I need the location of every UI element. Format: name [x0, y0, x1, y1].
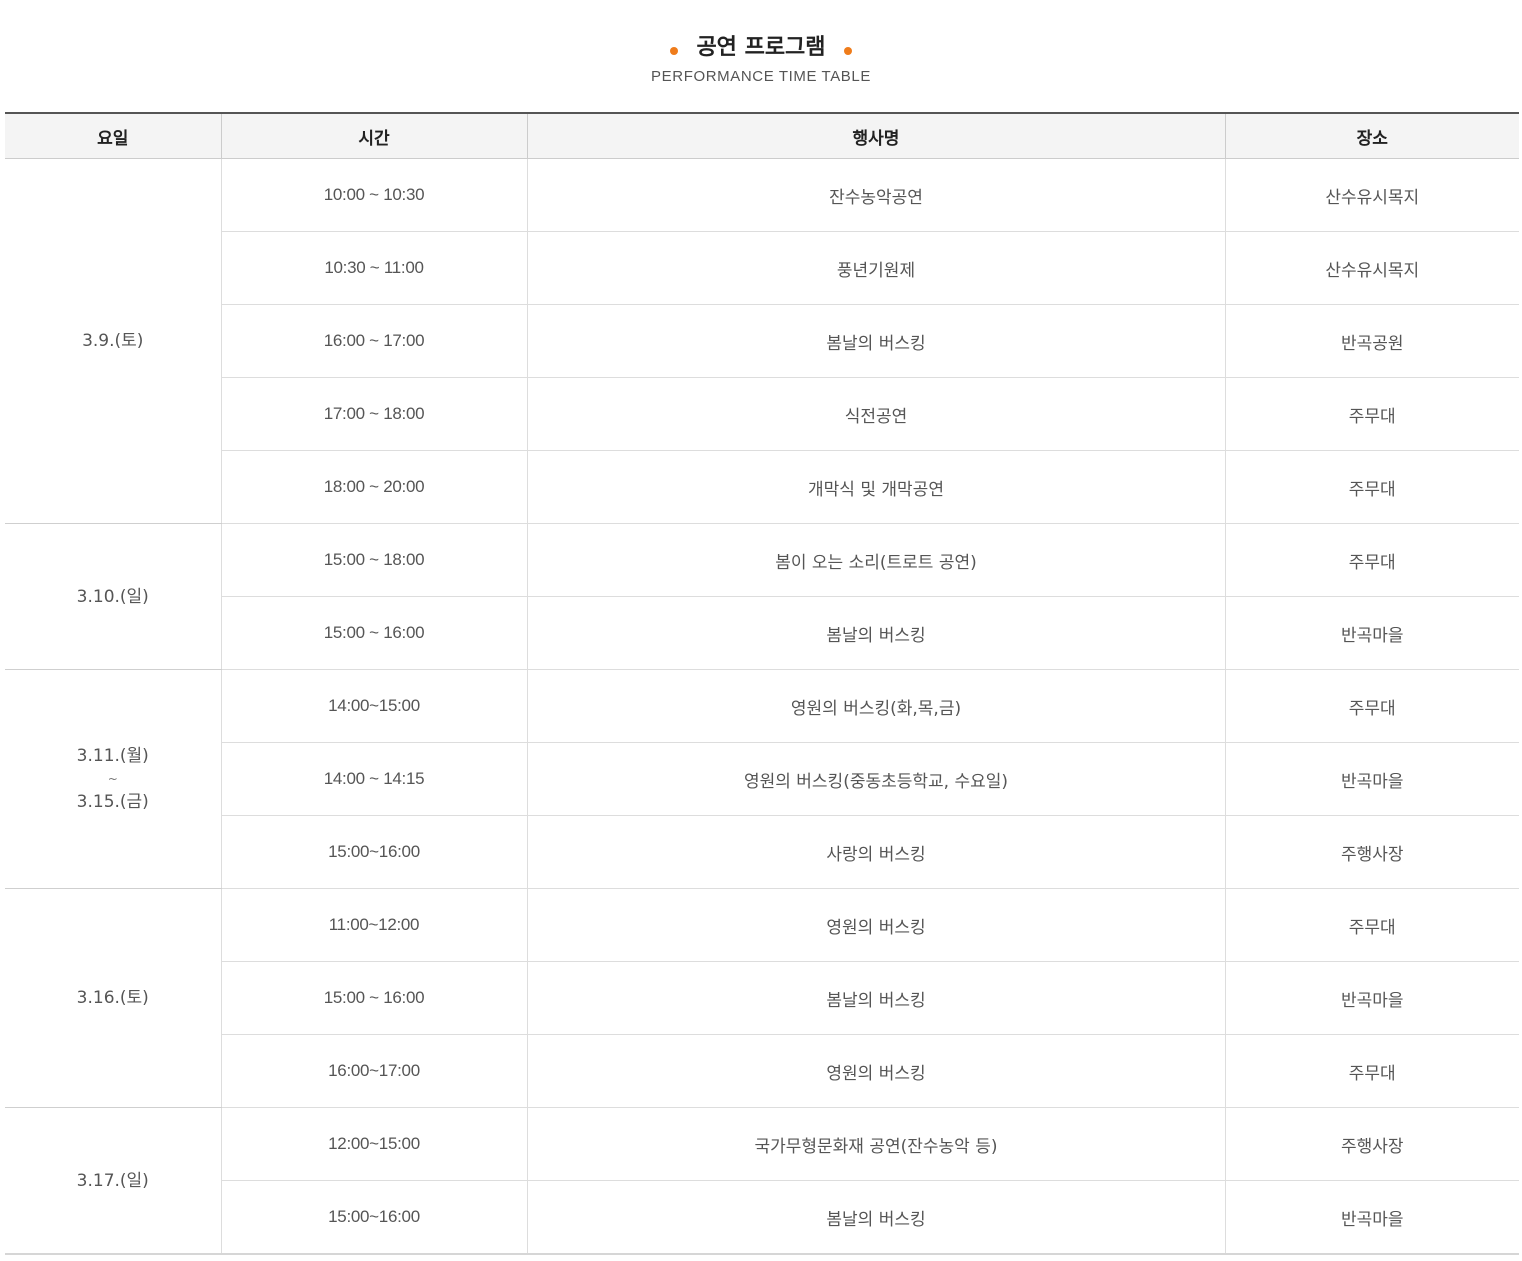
bullet-dot-icon [670, 47, 679, 55]
table-row: 3.17.(일) 12:00~15:00 국가무형문화재 공연(잔수농악 등) 주행사… [5, 1107, 1519, 1255]
time-cell: 16:00~17:00 [220, 1034, 527, 1108]
day-cell: 3.16.(토) [5, 888, 222, 1108]
day-label: 3.11.(월) [76, 746, 149, 766]
time-cell: 11:00~12:00 [220, 888, 527, 962]
event-name-cell: 봄이 오는 소리(트로트 공연) [526, 523, 1225, 597]
day-label-end: 3.15.(금) [76, 792, 149, 812]
event-name-cell: 개막식 및 개막공연 [526, 450, 1225, 524]
page-subtitle: PERFORMANCE TIME TABLE [651, 68, 871, 85]
day-label: 3.9.(토) [82, 331, 144, 351]
page-title: 공연 프로그램 [670, 30, 852, 66]
venue-cell: 주무대 [1224, 1034, 1519, 1108]
venue-cell: 산수유시목지 [1224, 158, 1519, 232]
time-cell: 15:00 ~ 18:00 [220, 523, 527, 597]
time-cell: 15:00~16:00 [220, 1180, 527, 1255]
table-row: 15:00 ~ 16:00 봄날의 버스킹 반곡마을 [5, 596, 1519, 670]
venue-cell: 반곡마을 [1224, 596, 1519, 670]
venue-cell: 반곡마을 [1224, 742, 1519, 816]
event-name-cell: 봄날의 버스킹 [526, 304, 1225, 378]
event-name-cell: 영원의 버스킹 [526, 888, 1225, 962]
bullet-dot-icon [843, 47, 852, 55]
event-name-cell: 영원의 버스킹(중동초등학교, 수요일) [526, 742, 1225, 816]
day-cell: 3.10.(일) [5, 523, 222, 670]
table-header-row: 요일 시간 행사명 장소 [5, 113, 1519, 159]
event-name-cell: 봄날의 버스킹 [526, 596, 1225, 670]
event-name-cell: 풍년기원제 [526, 231, 1225, 305]
time-cell: 14:00 ~ 14:15 [220, 742, 527, 816]
event-name-cell: 식전공연 [526, 377, 1225, 451]
time-cell: 17:00 ~ 18:00 [220, 377, 527, 451]
day-label: 3.10.(일) [76, 586, 149, 607]
venue-cell: 주무대 [1224, 450, 1519, 524]
event-name-cell: 사랑의 버스킹 [526, 815, 1225, 889]
venue-cell: 반곡마을 [1224, 961, 1519, 1035]
time-cell: 12:00~15:00 [220, 1107, 527, 1181]
event-name-cell: 국가무형문화재 공연(잔수농악 등) [526, 1107, 1225, 1181]
table-body: 3.9.(토) 10:00 ~ 10:30 잔수농악공연 산수유시목지 10:30 ~ … [5, 158, 1519, 1255]
time-cell: 16:00 ~ 17:00 [220, 304, 527, 378]
time-cell: 10:00 ~ 10:30 [220, 158, 527, 232]
venue-cell: 반곡공원 [1224, 304, 1519, 378]
venue-cell: 주무대 [1224, 669, 1519, 743]
day-label: 3.16.(토) [76, 988, 149, 1008]
day-range-separator: ~ [107, 772, 118, 786]
table-row: 16:00 ~ 17:00 봄날의 버스킹 반곡공원 [5, 304, 1519, 378]
event-name-cell: 영원의 버스킹 [526, 1034, 1225, 1108]
time-cell: 15:00~16:00 [220, 815, 527, 889]
day-label: 3.17.(일) [76, 1170, 149, 1191]
table-row: 10:30 ~ 11:00 풍년기원제 산수유시목지 [5, 231, 1519, 305]
table-row: 16:00~17:00 영원의 버스킹 주무대 [5, 1034, 1519, 1108]
day-cell: 3.17.(일) [5, 1107, 222, 1255]
column-header-time: 시간 [220, 113, 527, 159]
table-row: 14:00 ~ 14:15 영원의 버스킹(중동초등학교, 수요일) 반곡마을 [5, 742, 1519, 816]
column-header-venue: 장소 [1224, 113, 1519, 159]
event-name-cell: 봄날의 버스킹 [526, 1180, 1225, 1255]
day-cell: 3.11.(월) ~3.15.(금) [5, 669, 222, 889]
event-name-cell: 영원의 버스킹(화,목,금) [526, 669, 1225, 743]
time-cell: 15:00 ~ 16:00 [220, 961, 527, 1035]
event-name-cell: 봄날의 버스킹 [526, 961, 1225, 1035]
performance-timetable: 요일 시간 행사명 장소 3.9.(토) 10:00 ~ 10:30 잔수농악공연 산… [5, 112, 1519, 1255]
table-row: 18:00 ~ 20:00 개막식 및 개막공연 주무대 [5, 450, 1519, 524]
venue-cell: 주행사장 [1224, 815, 1519, 889]
time-cell: 10:30 ~ 11:00 [220, 231, 527, 305]
table-row: 17:00 ~ 18:00 식전공연 주무대 [5, 377, 1519, 451]
time-cell: 14:00~15:00 [220, 669, 527, 743]
column-header-event: 행사명 [526, 113, 1225, 159]
time-cell: 15:00 ~ 16:00 [220, 596, 527, 670]
day-cell: 3.9.(토) [5, 158, 222, 524]
table-row: 15:00 ~ 16:00 봄날의 버스킹 반곡마을 [5, 961, 1519, 1035]
table-row: 15:00~16:00 사랑의 버스킹 주행사장 [5, 815, 1519, 889]
page-title-text: 공연 프로그램 [696, 35, 826, 60]
table-row: 3.11.(월) ~3.15.(금) 14:00~15:00 영원의 버스킹(화,목,… [5, 669, 1519, 889]
table-row: 3.9.(토) 10:00 ~ 10:30 잔수농악공연 산수유시목지 [5, 158, 1519, 524]
column-header-day: 요일 [5, 113, 221, 159]
venue-cell: 반곡마을 [1224, 1180, 1519, 1255]
table-row: 3.16.(토) 11:00~12:00 영원의 버스킹 주무대 [5, 888, 1519, 1108]
venue-cell: 주무대 [1224, 888, 1519, 962]
table-row: 3.10.(일) 15:00 ~ 18:00 봄이 오는 소리(트로트 공연) 주무대 [5, 523, 1519, 670]
venue-cell: 주무대 [1224, 523, 1519, 597]
table-row: 15:00~16:00 봄날의 버스킹 반곡마을 [5, 1180, 1519, 1255]
event-name-cell: 잔수농악공연 [526, 158, 1225, 232]
venue-cell: 주행사장 [1224, 1107, 1519, 1181]
venue-cell: 산수유시목지 [1224, 231, 1519, 305]
section-heading: 공연 프로그램 PERFORMANCE TIME TABLE [0, 30, 1522, 85]
time-cell: 18:00 ~ 20:00 [220, 450, 527, 524]
venue-cell: 주무대 [1224, 377, 1519, 451]
